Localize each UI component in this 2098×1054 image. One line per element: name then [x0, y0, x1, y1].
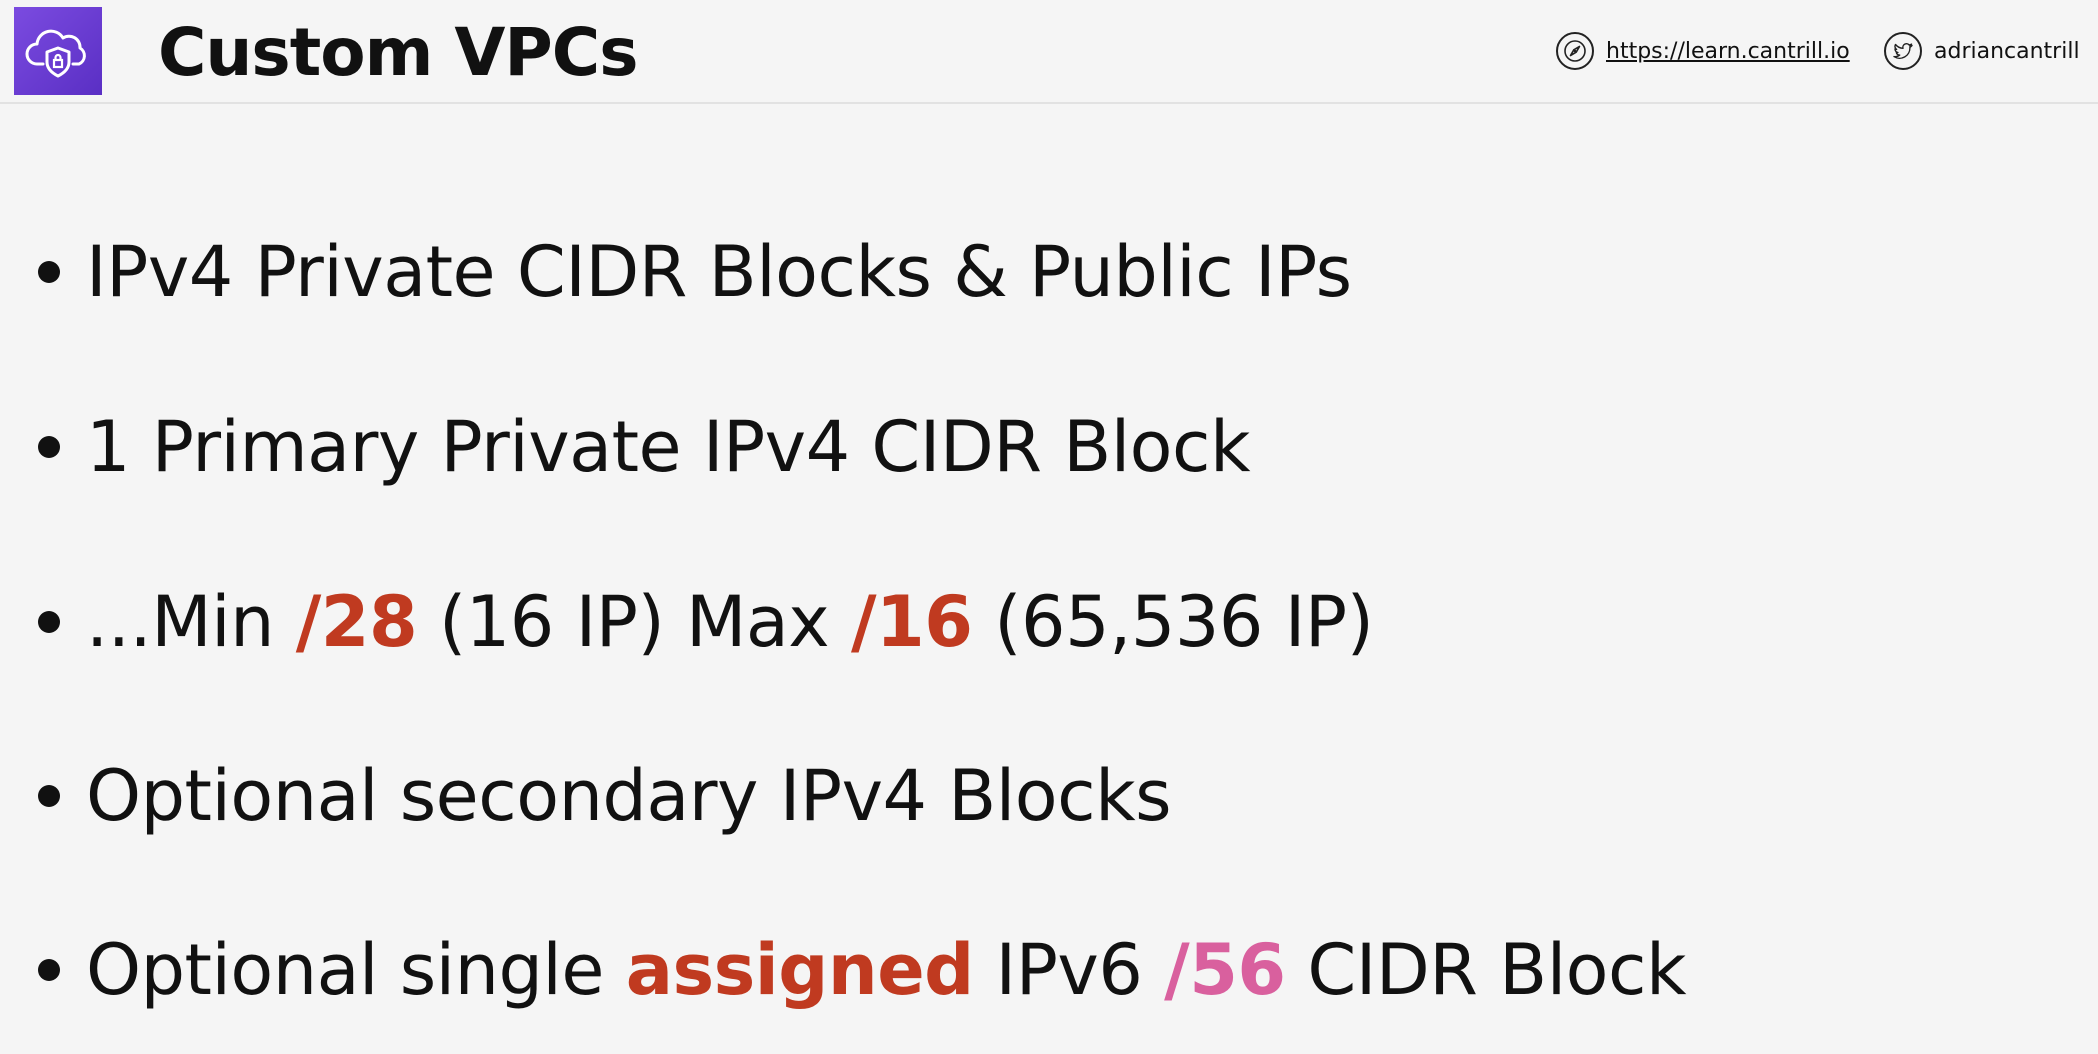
bullet-list: IPv4 Private CIDR Blocks & Public IPs 1 …: [0, 0, 2098, 1054]
assigned-highlight: assigned: [625, 929, 975, 1011]
min-prefix-highlight: /28: [295, 581, 418, 663]
bullet-text: CIDR Block: [1285, 929, 1686, 1011]
bullet-dot: [38, 611, 60, 633]
bullet-dot: [38, 436, 60, 458]
list-item: Optional secondary IPv4 Blocks: [38, 746, 1172, 846]
bullet-text: (65,536 IP): [972, 581, 1374, 663]
bullet-text: 1 Primary Private IPv4 CIDR Block: [86, 406, 1251, 488]
list-item: ...Min /28 (16 IP) Max /16 (65,536 IP): [38, 572, 1374, 672]
bullet-dot: [38, 261, 60, 283]
ipv6-prefix-highlight: /56: [1164, 929, 1286, 1011]
list-item: 1 Primary Private IPv4 CIDR Block: [38, 397, 1251, 497]
bullet-text: Optional secondary IPv4 Blocks: [86, 755, 1172, 837]
max-prefix-highlight: /16: [850, 581, 973, 663]
list-item: Optional single assigned IPv6 /56 CIDR B…: [38, 920, 1687, 1020]
bullet-text: Optional single: [86, 929, 626, 1011]
bullet-dot: [38, 959, 60, 981]
bullet-text: ...Min: [86, 581, 296, 663]
bullet-text: IPv6: [973, 929, 1165, 1011]
slide: Custom VPCs https://learn.cantrill.io ad…: [0, 0, 2098, 1054]
list-item: IPv4 Private CIDR Blocks & Public IPs: [38, 222, 1352, 322]
bullet-text: (16 IP) Max: [417, 581, 851, 663]
bullet-text: IPv4 Private CIDR Blocks & Public IPs: [86, 231, 1352, 313]
bullet-dot: [38, 785, 60, 807]
